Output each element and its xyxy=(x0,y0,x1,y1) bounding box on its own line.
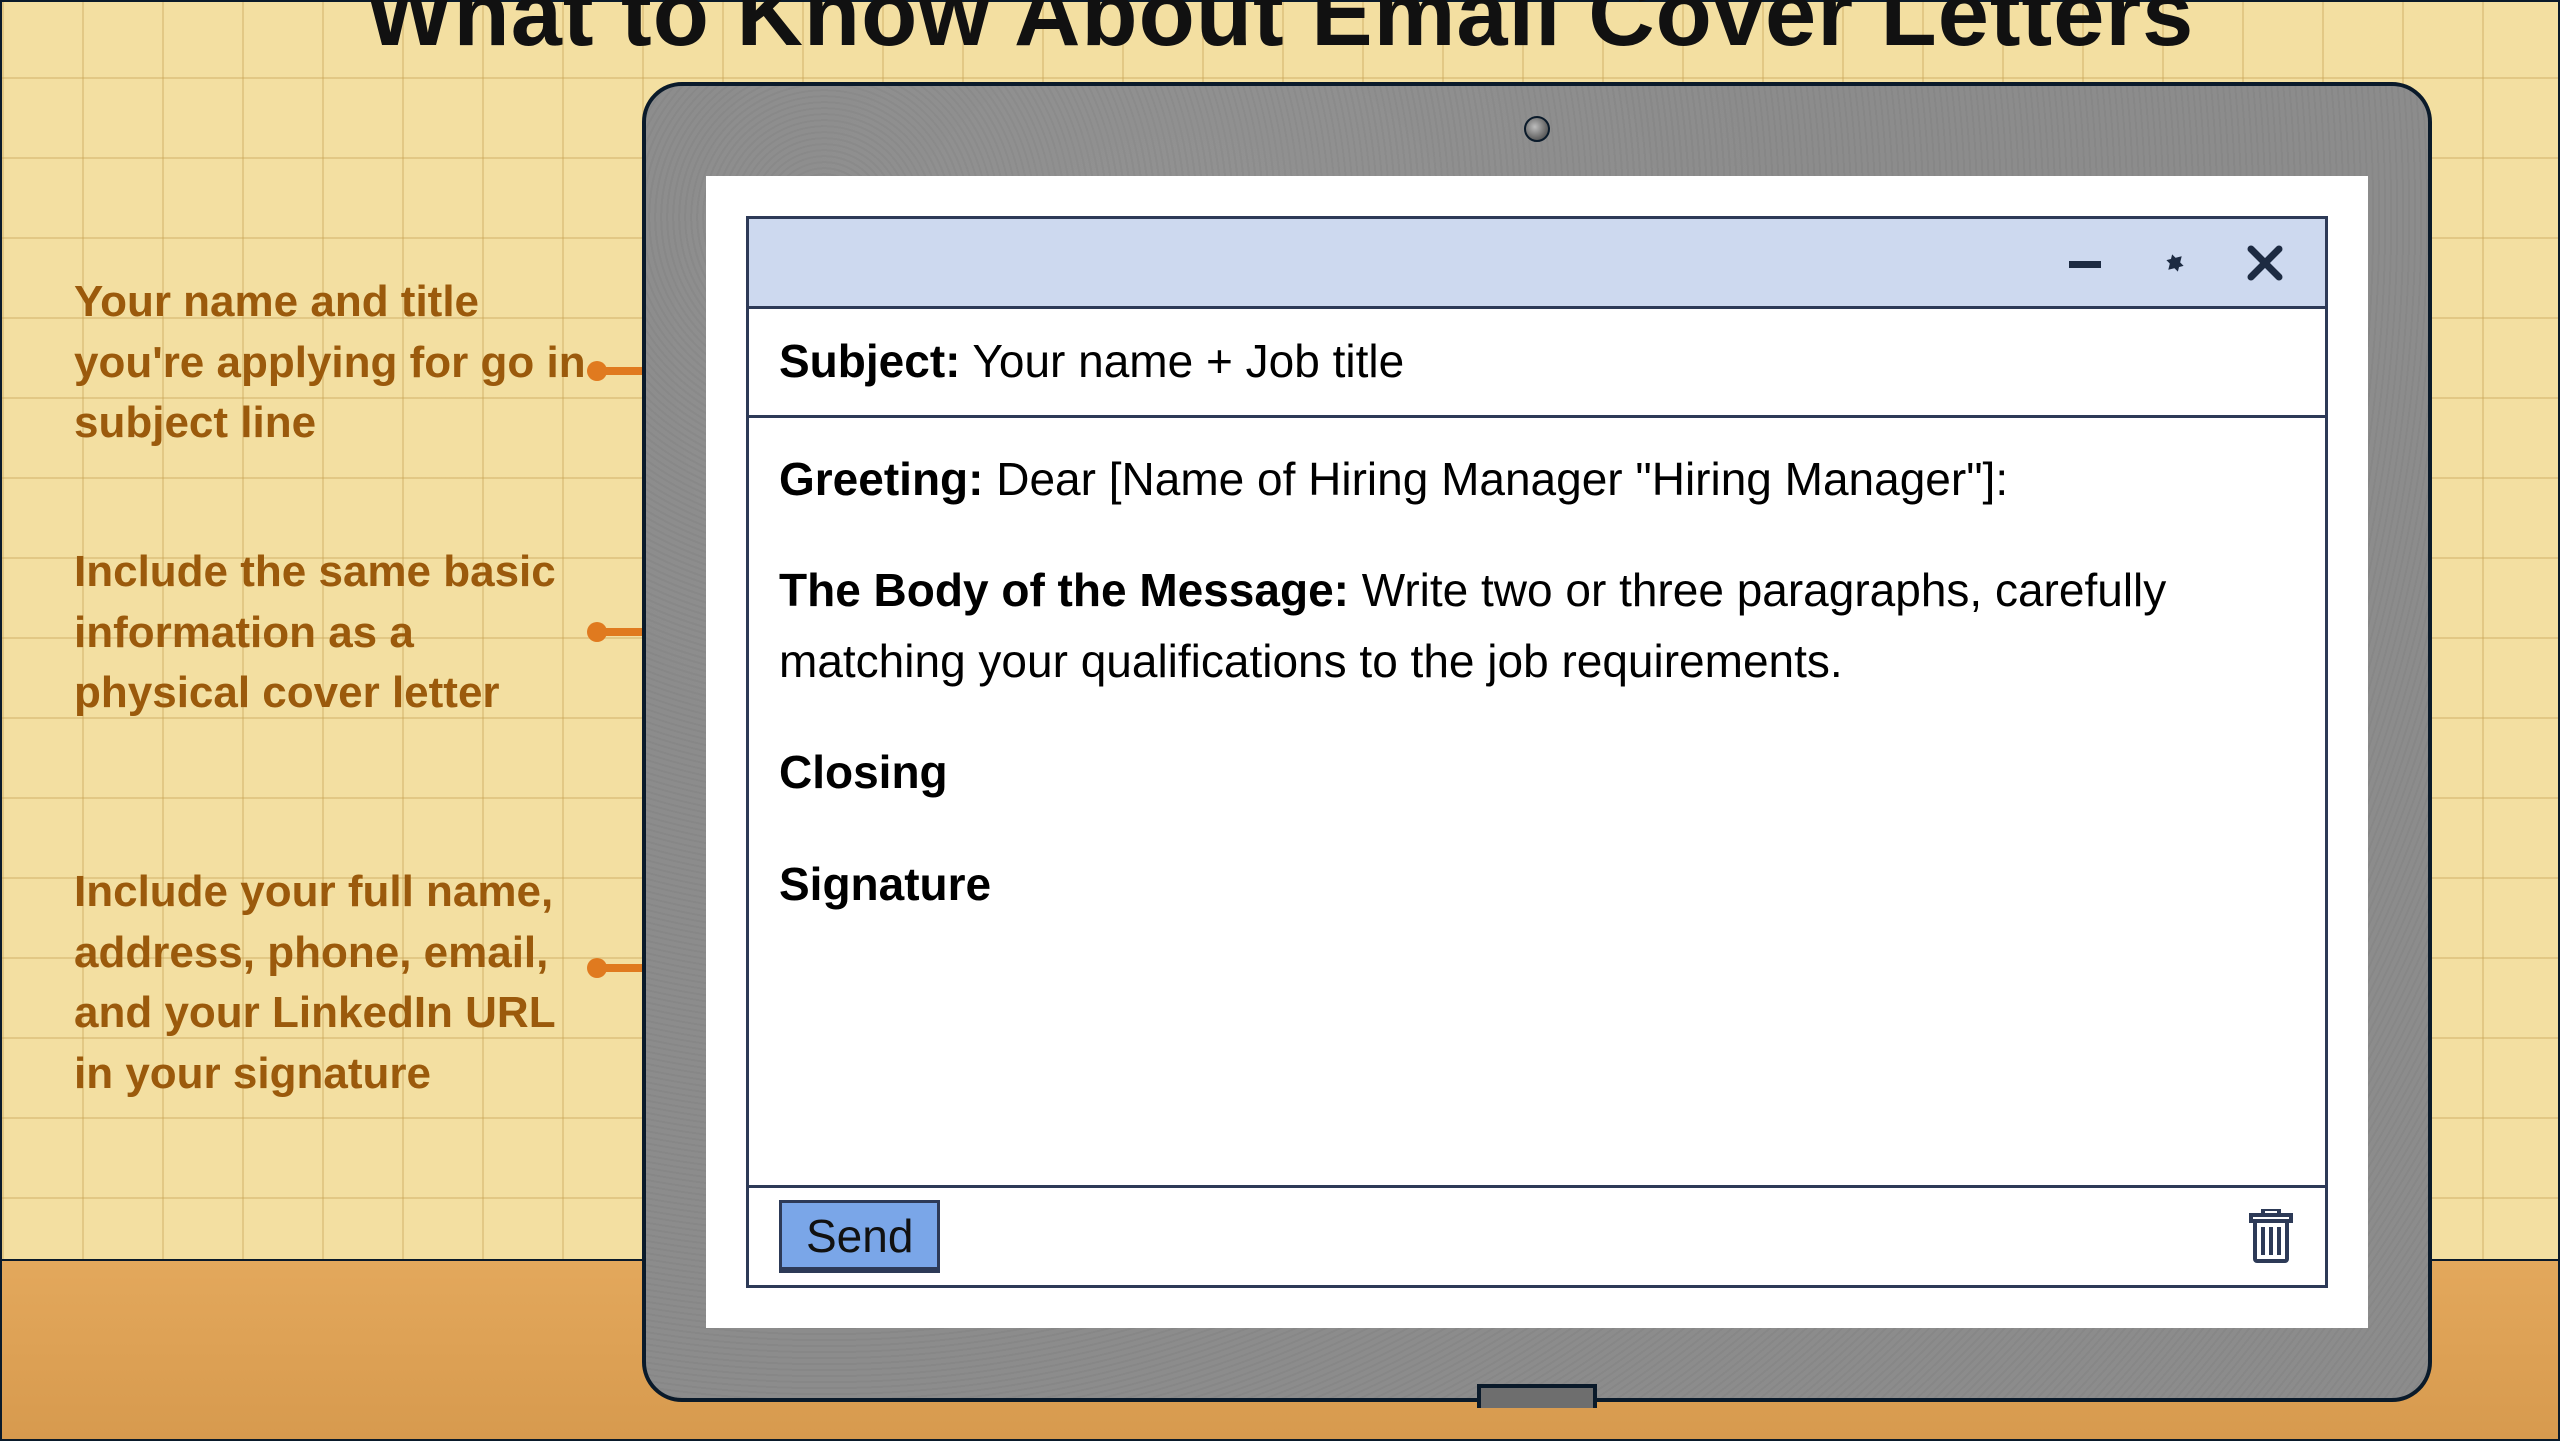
camera-icon xyxy=(1524,116,1550,142)
send-button[interactable]: Send xyxy=(779,1200,940,1273)
greeting-value: Dear [Name of Hiring Manager "Hiring Man… xyxy=(996,453,2008,505)
subject-row[interactable]: Subject: Your name + Job title xyxy=(749,309,2325,418)
subject-label: Subject: xyxy=(779,335,960,387)
body-label: The Body of the Message: xyxy=(779,564,1349,616)
expand-icon[interactable] xyxy=(2153,241,2197,285)
body-paragraph: The Body of the Message: Write two or th… xyxy=(779,555,2295,698)
closing-label: Closing xyxy=(779,737,2295,808)
signature-label: Signature xyxy=(779,849,2295,920)
greeting-line: Greeting: Dear [Name of Hiring Manager "… xyxy=(779,444,2295,515)
window-titlebar xyxy=(749,219,2325,309)
trash-icon[interactable] xyxy=(2247,1209,2295,1265)
tablet-stand xyxy=(1477,1384,1597,1408)
email-compose-window: Subject: Your name + Job title Greeting:… xyxy=(746,216,2328,1288)
close-icon[interactable] xyxy=(2243,241,2287,285)
callout-body: Include the same basic information as a … xyxy=(74,542,594,724)
tablet-device: Subject: Your name + Job title Greeting:… xyxy=(642,82,2432,1402)
tablet-screen: Subject: Your name + Job title Greeting:… xyxy=(706,176,2368,1328)
minimize-icon[interactable] xyxy=(2063,241,2107,285)
greeting-label: Greeting: xyxy=(779,453,983,505)
callout-signature: Include your full name, address, phone, … xyxy=(74,862,594,1105)
compose-toolbar: Send xyxy=(749,1185,2325,1285)
subject-value: Your name + Job title xyxy=(972,335,1404,387)
page-title: What to Know About Email Cover Letters xyxy=(2,0,2558,67)
callout-subject: Your name and title you're applying for … xyxy=(74,272,594,454)
email-body[interactable]: Greeting: Dear [Name of Hiring Manager "… xyxy=(749,418,2325,1186)
